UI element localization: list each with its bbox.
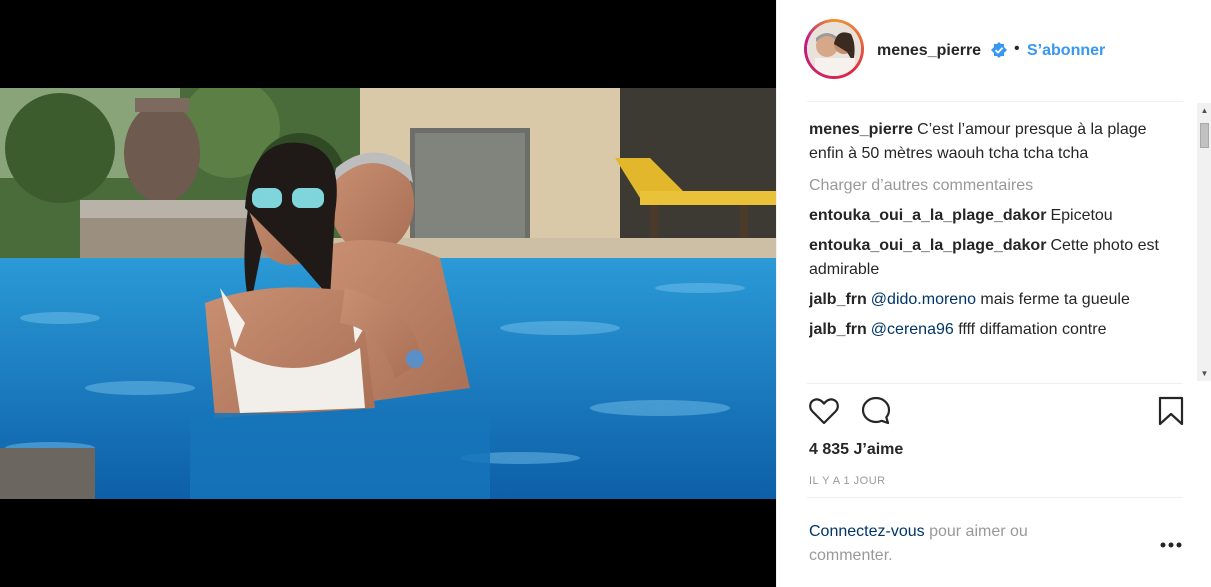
comment-username[interactable]: entouka_oui_a_la_plage_dakor — [809, 207, 1046, 224]
comment-icon[interactable] — [860, 395, 892, 427]
comment-username[interactable]: entouka_oui_a_la_plage_dakor — [809, 237, 1046, 254]
header-divider — [807, 101, 1183, 102]
caption-username[interactable]: menes_pierre — [809, 121, 913, 138]
heart-icon[interactable] — [808, 395, 840, 427]
footer-divider — [807, 497, 1183, 498]
comment-mention[interactable]: @dido.moreno — [871, 291, 976, 308]
bookmark-icon[interactable] — [1157, 395, 1185, 427]
comment-username[interactable]: jalb_frn — [809, 321, 867, 338]
comment-item: entouka_oui_a_la_plage_dakor Cette photo … — [809, 234, 1181, 282]
comment-username[interactable]: jalb_frn — [809, 291, 867, 308]
post-timestamp: IL Y A 1 JOUR — [809, 475, 886, 487]
header-separator: • — [1014, 40, 1020, 57]
comment-text: ffff diffamation contre — [953, 321, 1107, 338]
comment-mention[interactable]: @cerena96 — [871, 321, 954, 338]
follow-button[interactable]: S’abonner — [1027, 42, 1105, 60]
likes-count[interactable]: 4 835 J’aime — [809, 441, 903, 459]
login-link[interactable]: Connectez-vous — [809, 523, 925, 540]
login-prompt: Connectez-vous pour aimer ou commenter. — [809, 520, 1109, 568]
comment-item: jalb_frn @dido.moreno mais ferme ta gueul… — [809, 288, 1181, 312]
caption: menes_pierre C’est l’amour presque à la p… — [809, 118, 1181, 166]
scroll-down-arrow-icon[interactable]: ▼ — [1197, 366, 1211, 381]
comment-text: Epicetou — [1050, 207, 1113, 224]
more-options-icon[interactable] — [1159, 541, 1183, 549]
scrollbar-thumb[interactable] — [1200, 123, 1209, 148]
avatar[interactable] — [804, 19, 864, 79]
comment-item: jalb_frn @cerena96 ffff diffamation contr… — [809, 318, 1181, 342]
comments-scrollbar[interactable]: ▲ ▼ — [1197, 103, 1211, 381]
post-media — [0, 0, 776, 587]
load-more-comments-button[interactable]: Charger d’autres commentaires — [809, 174, 1181, 198]
comment-item: entouka_oui_a_la_plage_dakor Epicetou — [809, 204, 1181, 228]
verified-badge-icon — [991, 42, 1007, 58]
scroll-up-arrow-icon[interactable]: ▲ — [1197, 103, 1211, 118]
post-sidebar: menes_pierre • S’abonner menes_pierre C’e… — [776, 0, 1211, 587]
avatar-photo — [807, 22, 861, 76]
comment-text: mais ferme ta gueule — [975, 291, 1130, 308]
comments-list[interactable]: menes_pierre C’est l’amour presque à la p… — [809, 118, 1181, 383]
post-author-username[interactable]: menes_pierre — [877, 42, 981, 60]
actions-divider — [807, 383, 1183, 384]
post-header: menes_pierre • S’abonner — [777, 0, 1211, 101]
photo-illustration — [0, 88, 776, 499]
post-photo[interactable] — [0, 88, 776, 499]
